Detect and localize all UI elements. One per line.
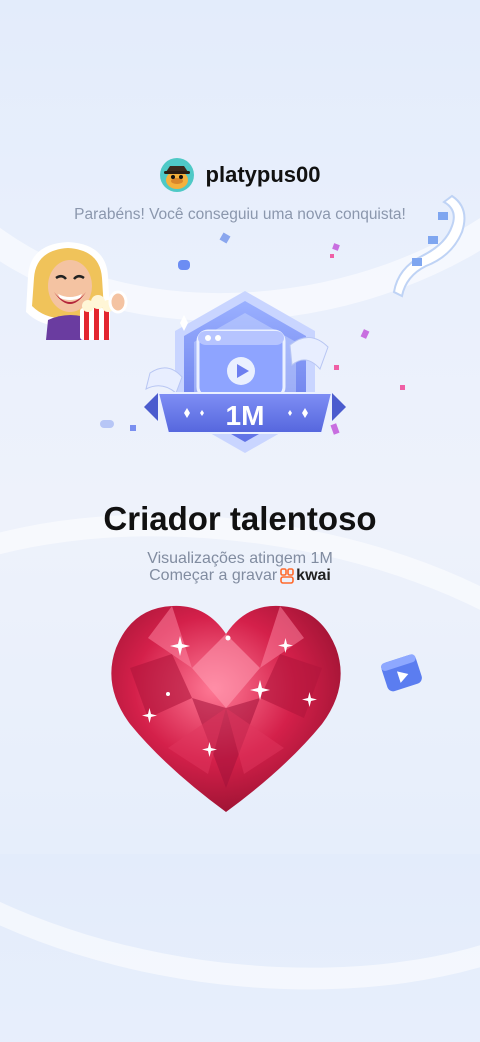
kwai-logo: kwai [280,567,331,585]
record-cta[interactable]: Começar a gravar kwai [0,567,480,585]
heart-gem-icon [108,598,344,820]
achievement-description: Visualizações atingem 1M [147,550,333,567]
kwai-logo-icon [280,568,294,584]
record-cta-text: Começar a gravar [149,567,278,584]
play-tile-icon [378,650,426,698]
achievement-title: Criador talentoso [103,500,377,537]
kwai-brand-text: kwai [296,567,331,584]
